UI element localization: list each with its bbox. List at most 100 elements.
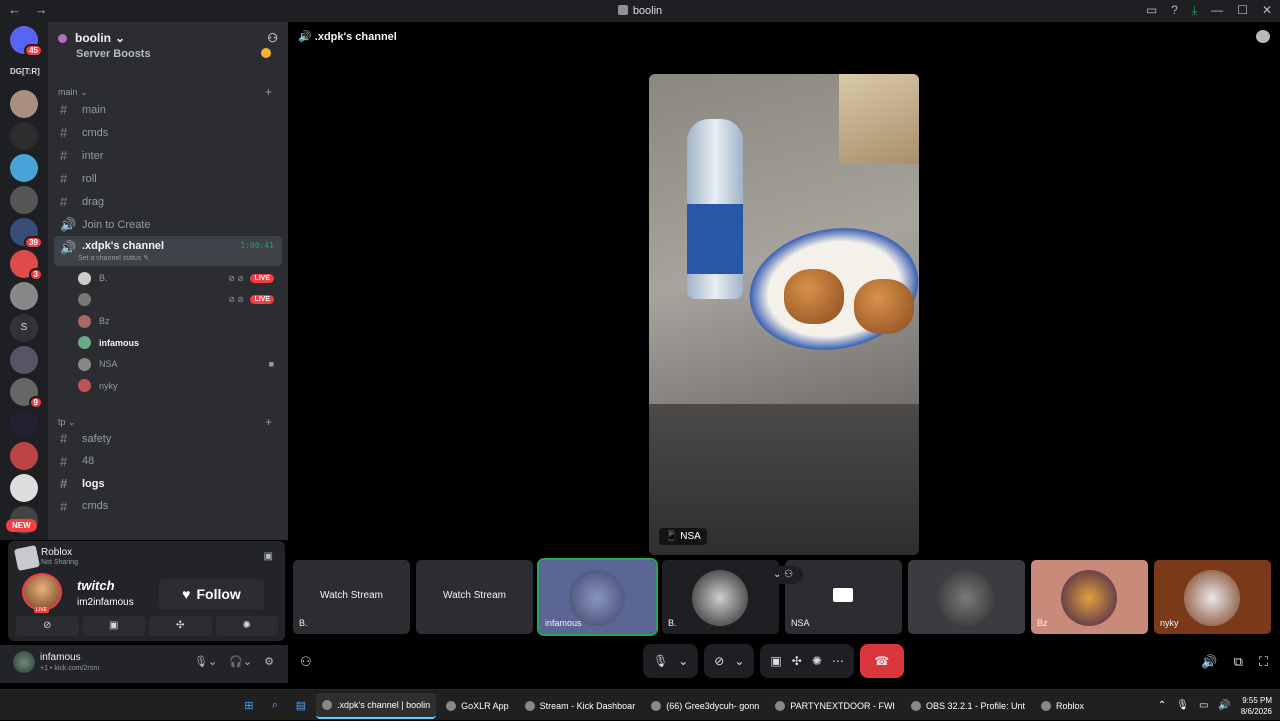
category-tp[interactable]: tp ⌄ + xyxy=(58,415,272,429)
server-icon[interactable] xyxy=(10,282,38,310)
participant-tile[interactable]: Bz xyxy=(1031,560,1148,634)
participant-tile[interactable]: nyky xyxy=(1154,560,1271,634)
download-icon[interactable]: ⤓ xyxy=(1192,3,1197,18)
server-icon[interactable] xyxy=(10,346,38,374)
twitch-logo: twitch xyxy=(77,578,115,593)
chat-icon[interactable] xyxy=(1256,30,1270,43)
mute-button[interactable]: 🎙 ⌄ xyxy=(643,644,699,678)
participant-tile[interactable]: B. xyxy=(662,560,779,634)
watch-stream-button[interactable]: Watch Stream xyxy=(293,590,410,601)
server-icon[interactable]: 3 xyxy=(10,250,43,281)
main-video[interactable]: 📱 NSA xyxy=(649,74,919,555)
text-channel[interactable]: # drag xyxy=(54,191,282,212)
taskbar-app[interactable]: OBS 32.2.1 - Profile: Unt xyxy=(905,693,1031,719)
text-channel[interactable]: # main xyxy=(54,99,282,120)
camera-button[interactable]: ⊘ ⌄ xyxy=(704,644,755,678)
microphone-icon[interactable]: 🎙⌄ xyxy=(194,655,217,668)
minimize-icon[interactable]: — xyxy=(1211,3,1223,18)
headphones-icon[interactable]: 🎧⌄ xyxy=(229,655,252,668)
server-icon[interactable]: S xyxy=(10,314,38,342)
mention-badge: 9 xyxy=(28,396,43,409)
clock[interactable]: 9:55 PM 8/6/2026 xyxy=(1241,695,1272,717)
text-channel[interactable]: # roll xyxy=(54,168,282,189)
category-main[interactable]: main ⌄ + xyxy=(58,85,272,99)
taskbar-app[interactable]: PARTYNEXTDOOR - FWI xyxy=(769,693,901,719)
invite-to-call-icon[interactable]: ⚇ xyxy=(300,654,312,670)
search-icon[interactable]: ⌕ xyxy=(264,695,286,717)
server-icon[interactable] xyxy=(10,90,38,118)
voice-user[interactable]: NSA ■ xyxy=(78,354,278,374)
microphone-icon[interactable]: 🎙 xyxy=(1176,700,1189,711)
soundboard-icon[interactable]: ✺ xyxy=(812,654,822,668)
text-channel[interactable]: #48 xyxy=(54,451,282,472)
network-icon[interactable]: ▭ xyxy=(1199,700,1208,711)
soundboard-icon[interactable]: ✺ xyxy=(215,616,278,636)
add-channel-icon[interactable]: + xyxy=(265,415,272,429)
burger-image xyxy=(784,269,844,324)
help-icon[interactable]: ? xyxy=(1171,3,1178,18)
voice-user[interactable]: Bz xyxy=(78,311,278,331)
voice-channel[interactable]: 🔊 Join to Create xyxy=(54,214,282,235)
taskbar-app[interactable]: GoXLR App xyxy=(440,693,515,719)
server-icon[interactable] xyxy=(10,410,38,438)
avatar xyxy=(78,336,91,349)
follow-button[interactable]: ♥ Follow xyxy=(159,579,264,609)
taskbar-app[interactable]: (66) Gree3dycuh- gonn xyxy=(645,693,765,719)
volume-icon[interactable]: 🔊 xyxy=(1201,654,1217,670)
close-icon[interactable]: ✕ xyxy=(1262,3,1272,18)
server-icon[interactable] xyxy=(10,154,38,182)
maximize-icon[interactable]: ☐ xyxy=(1237,3,1248,18)
settings-icon[interactable]: ⚙ xyxy=(264,655,274,668)
participant-tile[interactable]: Watch Stream xyxy=(416,560,533,634)
text-channel[interactable]: # safety xyxy=(54,428,282,449)
server-icon[interactable]: 9 xyxy=(10,378,43,409)
taskbar-app[interactable]: Stream - Kick Dashboar xyxy=(519,693,642,719)
voice-channel-active[interactable]: 🔊 .xdpk's channel 1:00:41 Set a channel … xyxy=(54,236,282,266)
server-icon[interactable]: DG[T:R] xyxy=(10,58,40,86)
text-channel[interactable]: # cmds xyxy=(54,122,282,143)
fullscreen-icon[interactable]: ⛶ xyxy=(1259,654,1268,670)
server-icon[interactable]: 39 xyxy=(10,218,43,249)
share-screen-icon[interactable]: ▣ xyxy=(770,654,781,668)
popout-icon[interactable]: ⧉ xyxy=(1234,654,1243,670)
text-channel[interactable]: # inter xyxy=(54,145,282,166)
twitch-username: im2infamous xyxy=(77,597,134,608)
server-icon[interactable] xyxy=(10,186,38,214)
invite-icon[interactable]: ⚇ xyxy=(267,31,278,45)
avatar[interactable] xyxy=(13,651,35,673)
watch-stream-button[interactable]: Watch Stream xyxy=(416,590,533,601)
participant-tile[interactable] xyxy=(908,560,1025,634)
chevron-up-icon[interactable]: ⌃ xyxy=(1158,700,1166,711)
taskbar-app[interactable]: Roblox xyxy=(1035,693,1090,719)
collapse-tiles-button[interactable]: ⌄ ⚇ xyxy=(763,566,803,584)
activities-icon[interactable]: ✣ xyxy=(792,654,802,668)
server-icon[interactable] xyxy=(10,122,38,150)
disconnect-button[interactable]: ☎ xyxy=(859,644,904,678)
participant-tile[interactable]: infamous xyxy=(537,558,658,636)
file-explorer-icon[interactable]: ▤ xyxy=(290,695,312,717)
server-icon[interactable]: 45 xyxy=(10,26,43,57)
channel-status[interactable]: Set a channel status ✎ xyxy=(78,254,149,262)
voice-user[interactable]: infamous xyxy=(78,333,278,353)
speaker-icon[interactable]: 🔊 xyxy=(1218,700,1230,711)
inbox-icon[interactable]: ▭ xyxy=(1146,3,1157,18)
windows-icon[interactable]: ⊞ xyxy=(238,695,260,717)
text-channel[interactable]: # cmds xyxy=(54,496,282,517)
server-icon[interactable] xyxy=(10,442,38,470)
participant-tile[interactable]: NSA xyxy=(785,560,902,634)
stop-video-icon[interactable]: ⊘ xyxy=(16,616,79,636)
hash-icon: # xyxy=(60,194,68,209)
text-channel[interactable]: # logs xyxy=(54,473,282,494)
voice-user[interactable]: B. ⊘ ⊘ LIVE xyxy=(78,268,278,288)
share-screen-icon[interactable]: ▣ xyxy=(82,616,145,636)
voice-user[interactable]: ⊘ ⊘ LIVE xyxy=(78,290,278,310)
server-boosts[interactable]: Server Boosts xyxy=(76,48,271,60)
voice-user[interactable]: nyky xyxy=(78,376,278,396)
participant-tile[interactable]: Watch Stream B. xyxy=(293,560,410,634)
server-icon[interactable] xyxy=(10,474,38,502)
taskbar-app[interactable]: .xdpk's channel | boolin xyxy=(316,692,437,719)
screen-share-icon[interactable]: ▣ xyxy=(264,551,273,562)
activities-icon[interactable]: ✣ xyxy=(149,616,212,636)
more-icon[interactable]: ⋯ xyxy=(832,654,844,668)
add-channel-icon[interactable]: + xyxy=(265,85,272,99)
